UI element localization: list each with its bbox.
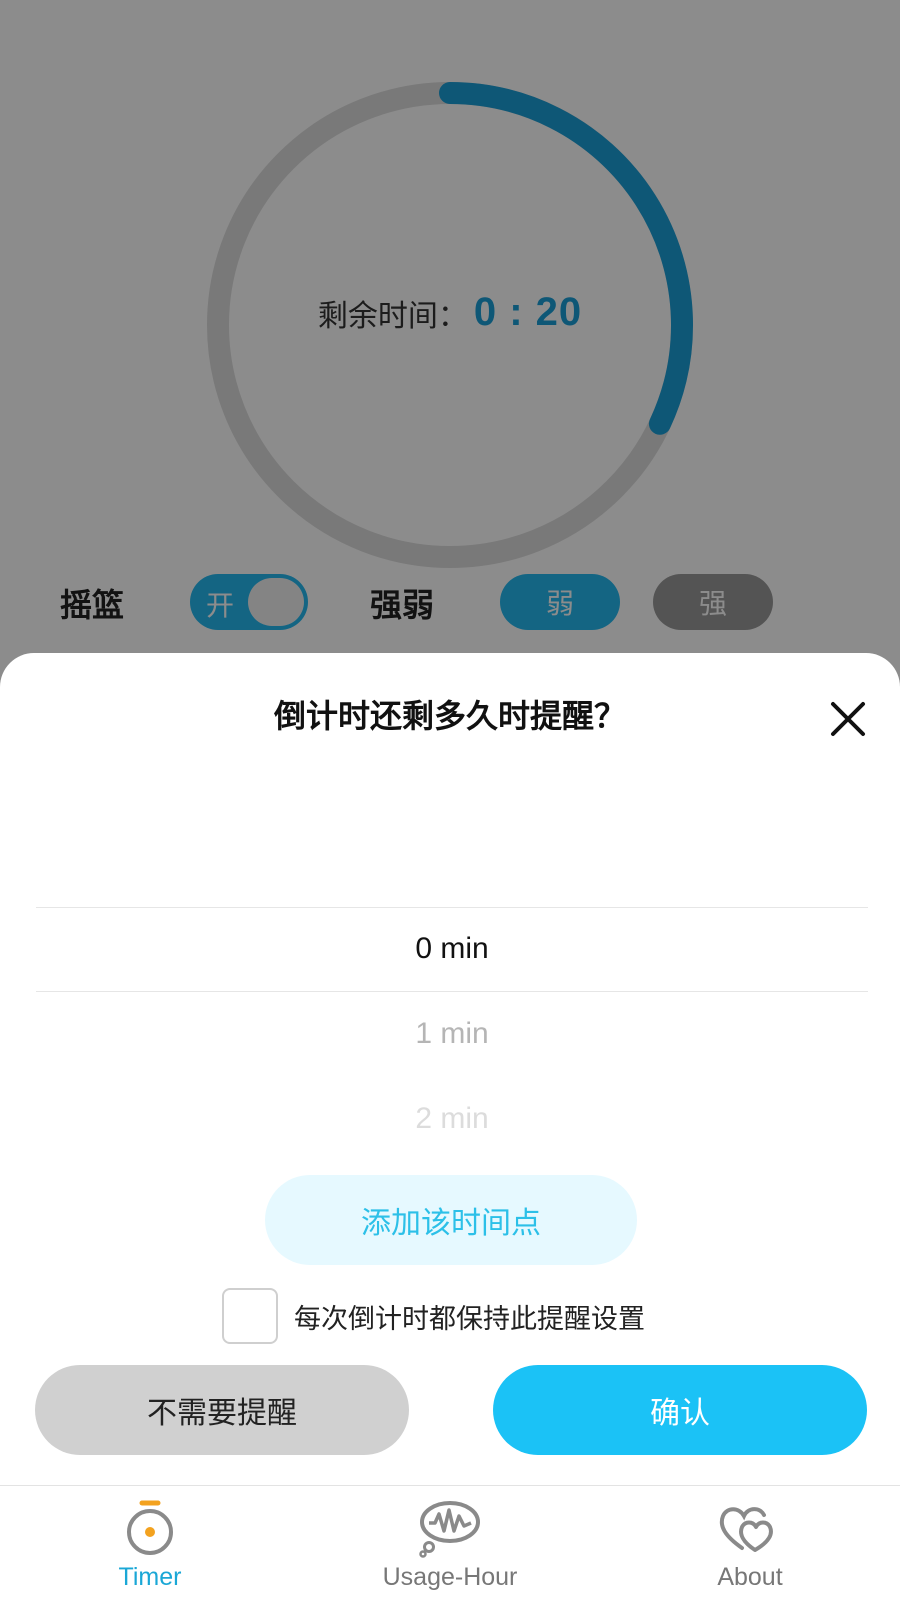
- picker-item[interactable]: 2 min: [36, 1077, 868, 1161]
- tab-about-label: About: [717, 1563, 783, 1591]
- keep-setting-label: 每次倒计时都保持此提醒设置: [294, 1304, 645, 1335]
- tab-usage-hour-label: Usage-Hour: [382, 1563, 518, 1591]
- minute-picker[interactable]: 0 min 1 min 2 min: [36, 853, 868, 1135]
- tab-about[interactable]: About: [600, 1486, 900, 1600]
- add-timepoint-button[interactable]: 添加该时间点: [265, 1175, 637, 1265]
- confirm-button[interactable]: 确认: [493, 1365, 867, 1455]
- picker-item-selected[interactable]: 0 min: [36, 907, 868, 991]
- waveform-icon: [419, 1501, 480, 1558]
- tab-bar: Timer Usage-Hour About: [0, 1485, 900, 1600]
- keep-setting-checkbox[interactable]: [222, 1288, 278, 1344]
- tab-usage-hour[interactable]: Usage-Hour: [300, 1486, 600, 1600]
- sheet-title: 倒计时还剩多久时提醒？: [273, 697, 626, 735]
- tab-timer[interactable]: Timer: [0, 1486, 300, 1600]
- hearts-icon: [719, 1507, 773, 1552]
- picker-item[interactable]: 1 min: [36, 992, 868, 1076]
- close-icon: [831, 702, 865, 736]
- close-button[interactable]: [826, 697, 870, 741]
- reminder-sheet: 倒计时还剩多久时提醒？ 0 min 1 min 2 min 添加该时间点 每次倒…: [0, 653, 900, 1485]
- tab-timer-label: Timer: [118, 1563, 182, 1591]
- no-reminder-button[interactable]: 不需要提醒: [35, 1365, 409, 1455]
- stopwatch-icon: [127, 1500, 173, 1555]
- keep-setting-row: 每次倒计时都保持此提醒设置: [0, 1285, 900, 1345]
